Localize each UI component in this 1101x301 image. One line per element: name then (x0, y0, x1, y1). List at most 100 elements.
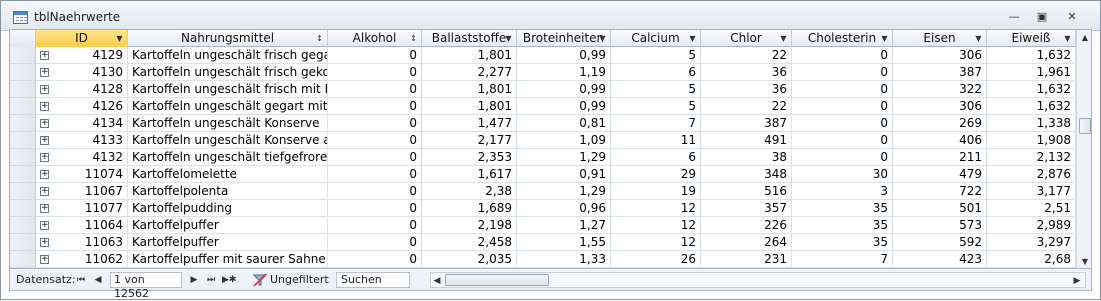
cell-cholesterin[interactable]: 0 (792, 98, 893, 115)
cell-calcium[interactable]: 12 (611, 217, 701, 234)
cell-calcium[interactable]: 5 (611, 98, 701, 115)
column-header-calcium[interactable]: Calcium ▼ (611, 30, 701, 47)
cell-eiweiss[interactable]: 1,908 (987, 132, 1076, 149)
cell-chlor[interactable]: 36 (701, 64, 792, 81)
cell-eiweiss[interactable]: 1,632 (987, 98, 1076, 115)
column-header-broteinheiten[interactable]: Broteinheiten ▼ (517, 30, 611, 47)
vertical-scrollbar[interactable]: ▲ ▼ (1076, 30, 1091, 268)
plus-expand-icon[interactable]: + (40, 238, 49, 247)
cell-id[interactable]: 11062 (36, 251, 128, 268)
cell-eisen[interactable]: 211 (893, 149, 987, 166)
cell-ballaststoffe[interactable]: 1,801 (422, 47, 517, 64)
table-row[interactable]: 4132 Kartoffeln ungeschält tiefgefroren 0 2… (10, 149, 1076, 166)
cell-eiweiss[interactable]: 2,989 (987, 217, 1076, 234)
cell-chlor[interactable]: 357 (701, 200, 792, 217)
cell-chlor[interactable]: 348 (701, 166, 792, 183)
row-selector[interactable] (10, 149, 36, 166)
cell-cholesterin[interactable]: 3 (792, 183, 893, 200)
column-header-id[interactable]: ID ▼ (36, 30, 128, 47)
cell-broteinheiten[interactable]: 1,09 (517, 132, 611, 149)
cell-eisen[interactable]: 322 (893, 81, 987, 98)
minimize-icon[interactable]: — (1003, 9, 1025, 25)
plus-expand-icon[interactable]: + (40, 119, 49, 128)
row-selector[interactable] (10, 251, 36, 268)
cell-id[interactable]: 11077 (36, 200, 128, 217)
cell-ballaststoffe[interactable]: 1,689 (422, 200, 517, 217)
dropdown-arrow-icon[interactable]: ▼ (599, 35, 606, 43)
cell-broteinheiten[interactable]: 1,33 (517, 251, 611, 268)
cell-chlor[interactable]: 231 (701, 251, 792, 268)
scroll-right-icon[interactable]: ▶ (1071, 273, 1083, 289)
table-row[interactable]: 4126Kartoffeln ungeschält gegart mit Küc… (10, 98, 1076, 115)
cell-nahrungsmittel[interactable]: Kartoffeln ungeschält frisch gegart m (128, 47, 328, 64)
cell-cholesterin[interactable]: 7 (792, 251, 893, 268)
plus-expand-icon[interactable]: + (40, 51, 49, 60)
cell-eisen[interactable]: 269 (893, 115, 987, 132)
cell-calcium[interactable]: 5 (611, 47, 701, 64)
column-header-ballaststoffe[interactable]: Ballaststoffe ▼ (422, 30, 517, 47)
plus-expand-icon[interactable]: + (40, 187, 49, 196)
cell-eiweiss[interactable]: 1,338 (987, 115, 1076, 132)
cell-calcium[interactable]: 6 (611, 149, 701, 166)
plus-expand-icon[interactable]: + (40, 204, 49, 213)
cell-broteinheiten[interactable]: 0,91 (517, 166, 611, 183)
cell-nahrungsmittel[interactable]: Kartoffelpuffer (128, 217, 328, 234)
cell-cholesterin[interactable]: 0 (792, 115, 893, 132)
cell-cholesterin[interactable]: 30 (792, 166, 893, 183)
cell-eiweiss[interactable]: 3,177 (987, 183, 1076, 200)
cell-alkohol[interactable]: 0 (328, 251, 422, 268)
cell-eisen[interactable]: 573 (893, 217, 987, 234)
cell-id[interactable]: 4126 (36, 98, 128, 115)
cell-calcium[interactable]: 12 (611, 200, 701, 217)
cell-chlor[interactable]: 387 (701, 115, 792, 132)
row-selector[interactable] (10, 183, 36, 200)
cell-broteinheiten[interactable]: 0,99 (517, 47, 611, 64)
filter-status[interactable]: Ungefiltert (270, 272, 329, 288)
table-row[interactable]: 4128Kartoffeln ungeschält frisch mit Küc… (10, 81, 1076, 98)
cell-alkohol[interactable]: 0 (328, 64, 422, 81)
cell-chlor[interactable]: 516 (701, 183, 792, 200)
cell-ballaststoffe[interactable]: 1,617 (422, 166, 517, 183)
select-all-corner[interactable] (10, 30, 36, 47)
sort-ascending-icon[interactable]: ↕ (410, 35, 417, 43)
cell-id[interactable]: 4129 (36, 47, 128, 64)
row-selector[interactable] (10, 132, 36, 149)
plus-expand-icon[interactable]: + (40, 102, 49, 111)
cell-nahrungsmittel[interactable]: Kartoffelpuffer mit saurer Sahne (128, 251, 328, 268)
cell-calcium[interactable]: 12 (611, 234, 701, 251)
cell-alkohol[interactable]: 0 (328, 81, 422, 98)
plus-expand-icon[interactable]: + (40, 136, 49, 145)
cell-alkohol[interactable]: 0 (328, 200, 422, 217)
record-number-field[interactable]: 1 von 12562 (110, 272, 182, 300)
row-selector[interactable] (10, 217, 36, 234)
cell-nahrungsmittel[interactable]: Kartoffeln ungeschält frisch mit Küch (128, 81, 328, 98)
dropdown-arrow-icon[interactable]: ▼ (780, 35, 787, 43)
dropdown-arrow-icon[interactable]: ▼ (689, 35, 696, 43)
cell-ballaststoffe[interactable]: 1,477 (422, 115, 517, 132)
cell-chlor[interactable]: 491 (701, 132, 792, 149)
cell-broteinheiten[interactable]: 1,27 (517, 217, 611, 234)
column-header-alkohol[interactable]: Alkohol ↕ (328, 30, 422, 47)
cell-calcium[interactable]: 11 (611, 132, 701, 149)
cell-nahrungsmittel[interactable]: Kartoffeln ungeschält tiefgefroren (128, 149, 328, 166)
cell-eiweiss[interactable]: 1,961 (987, 64, 1076, 81)
dropdown-arrow-icon[interactable]: ▼ (881, 35, 888, 43)
row-selector[interactable] (10, 115, 36, 132)
table-row[interactable]: 4134 Kartoffeln ungeschält Konserve 0 1,477… (10, 115, 1076, 132)
cell-id[interactable]: 4134 (36, 115, 128, 132)
table-row[interactable]: 11067 Kartoffelpolenta 0 2,38 1,29 19 516 3 722 3… (10, 183, 1076, 200)
cell-eiweiss[interactable]: 2,68 (987, 251, 1076, 268)
cell-eisen[interactable]: 306 (893, 47, 987, 64)
cell-nahrungsmittel[interactable]: Kartoffelpudding (128, 200, 328, 217)
plus-expand-icon[interactable]: + (40, 221, 49, 230)
cell-calcium[interactable]: 7 (611, 115, 701, 132)
plus-expand-icon[interactable]: + (40, 153, 49, 162)
cell-cholesterin[interactable]: 0 (792, 132, 893, 149)
restore-icon[interactable]: ▣ (1031, 9, 1053, 25)
cell-broteinheiten[interactable]: 1,19 (517, 64, 611, 81)
cell-cholesterin[interactable]: 35 (792, 217, 893, 234)
cell-alkohol[interactable]: 0 (328, 234, 422, 251)
cell-nahrungsmittel[interactable]: Kartoffeln ungeschält frisch gekocht (128, 64, 328, 81)
column-header-eisen[interactable]: Eisen ▼ (893, 30, 987, 47)
dropdown-arrow-icon[interactable]: ▼ (505, 35, 512, 43)
